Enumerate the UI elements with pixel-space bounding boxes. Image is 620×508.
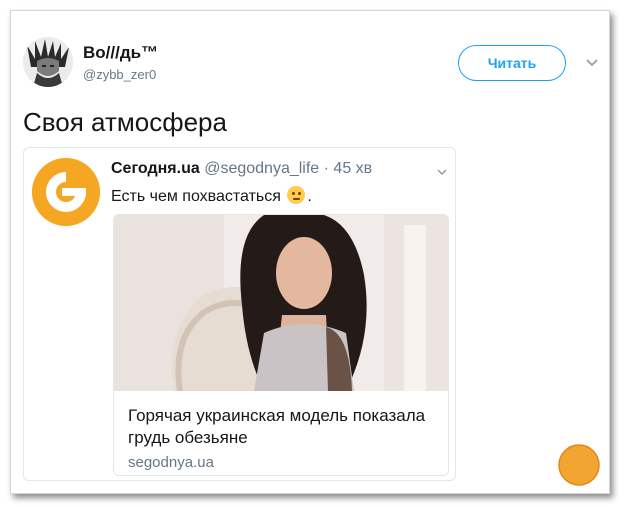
tweet-text: Своя атмосфера: [23, 107, 227, 137]
link-card[interactable]: Горячая украинская модель показала грудь…: [113, 214, 449, 476]
quoted-header: Сегодня.ua @segodnya_life · 45 хв: [111, 160, 372, 178]
quoted-author-name[interactable]: Сегодня.ua: [111, 160, 200, 177]
author-handle[interactable]: @zybb_zer0: [83, 67, 156, 82]
author-avatar[interactable]: [23, 37, 73, 87]
tweet-frame: Во///дь™ @zybb_zer0 Читать Своя атмосфер…: [10, 10, 610, 494]
separator: ·: [323, 160, 329, 177]
nyka-watermark-logo: [558, 444, 600, 486]
quoted-author-handle[interactable]: @segodnya_life: [204, 160, 319, 177]
quoted-tweet[interactable]: Сегодня.ua @segodnya_life · 45 хв Есть ч…: [23, 147, 456, 481]
card-title[interactable]: Горячая украинская модель показала грудь…: [128, 405, 438, 449]
card-domain[interactable]: segodnya.ua: [128, 454, 214, 471]
author-name[interactable]: Во///дь™: [83, 43, 158, 63]
quoted-time[interactable]: 45 хв: [333, 160, 372, 177]
quoted-text: Есть чем похвастаться .: [111, 186, 312, 206]
quoted-text-suffix: .: [307, 188, 312, 205]
chevron-down-icon[interactable]: [585, 55, 599, 69]
card-image[interactable]: [114, 215, 449, 391]
follow-button[interactable]: Читать: [458, 45, 566, 81]
smirk-emoji-icon: [287, 186, 306, 204]
quoted-text-body: Есть чем похвастаться: [111, 188, 281, 205]
native-headdress-avatar-icon: [23, 37, 73, 87]
segodnya-logo-icon[interactable]: [32, 158, 100, 226]
chevron-down-icon[interactable]: [436, 166, 448, 178]
